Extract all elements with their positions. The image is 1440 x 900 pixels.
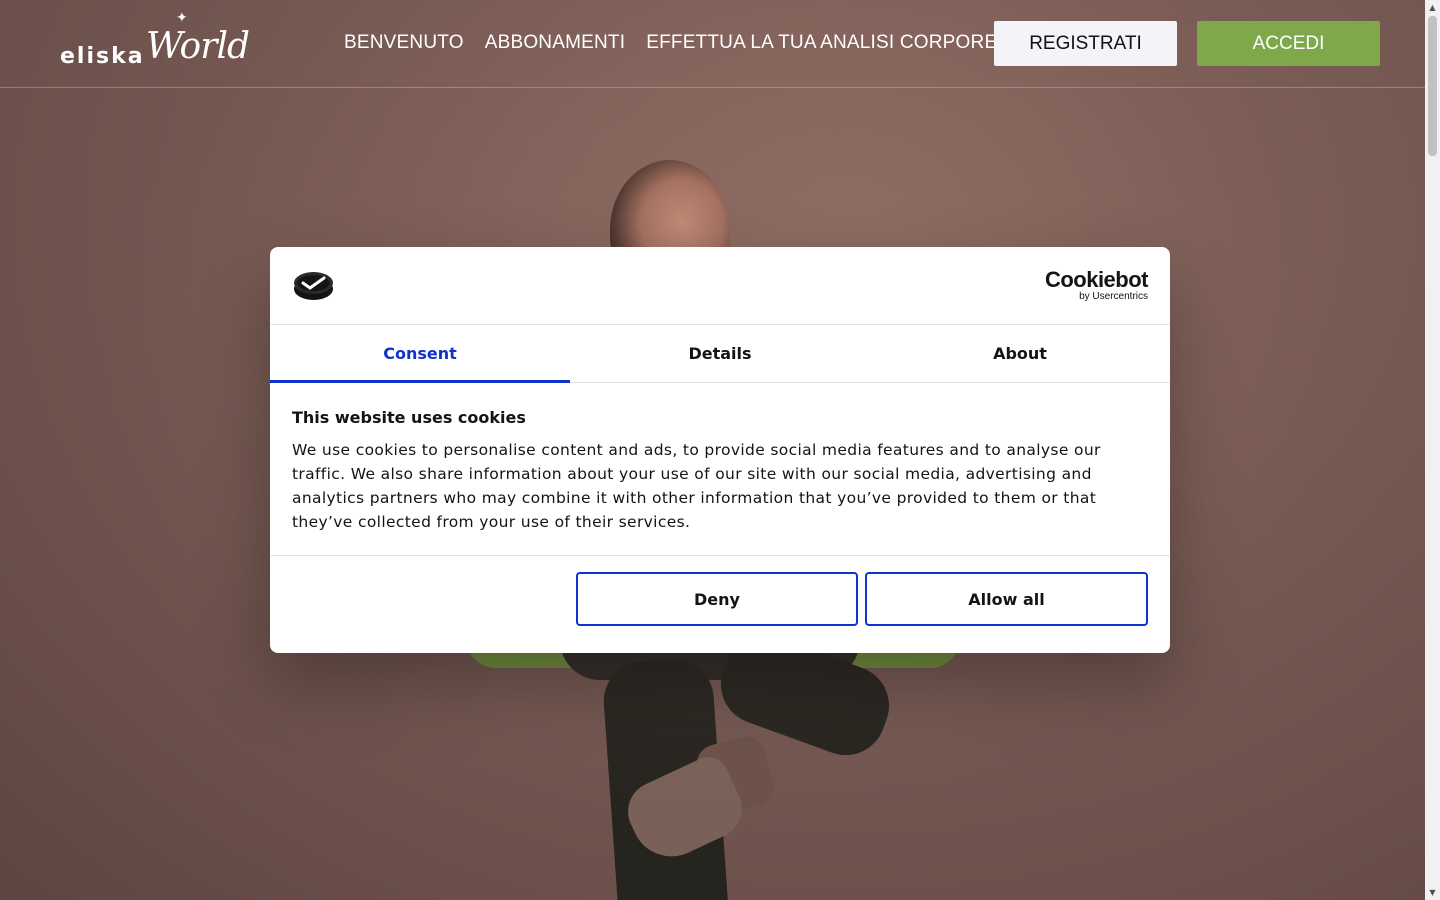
cookiebot-brand-title: Cookiebot [1044, 267, 1149, 292]
cookiebot-brand-subtitle: by Usercentrics [1079, 291, 1148, 302]
tab-about[interactable]: About [870, 325, 1170, 382]
dialog-header: Cookiebot by Usercentrics [270, 247, 1170, 325]
scrollbar-thumb[interactable] [1428, 16, 1437, 156]
dialog-body: This website uses cookies We use cookies… [270, 383, 1170, 556]
dialog-heading: This website uses cookies [292, 408, 526, 427]
dialog-footer: Deny Allow all [270, 556, 1170, 653]
cookiebot-brand[interactable]: Cookiebot by Usercentrics [1044, 267, 1149, 303]
cookie-consent-dialog: Cookiebot by Usercentrics Consent Detail… [270, 247, 1170, 653]
allow-all-button[interactable]: Allow all [865, 572, 1148, 626]
cookiebot-logo-icon [294, 272, 333, 300]
dialog-tabs: Consent Details About [270, 325, 1170, 383]
tab-consent[interactable]: Consent [270, 325, 570, 383]
page-scrollbar[interactable]: ▲ ▼ [1425, 0, 1440, 900]
scroll-down-arrow-icon[interactable]: ▼ [1425, 885, 1440, 900]
dialog-description: We use cookies to personalise content an… [292, 441, 1101, 531]
scroll-up-arrow-icon[interactable]: ▲ [1425, 0, 1440, 15]
deny-button[interactable]: Deny [576, 572, 858, 626]
tab-details[interactable]: Details [570, 325, 870, 382]
